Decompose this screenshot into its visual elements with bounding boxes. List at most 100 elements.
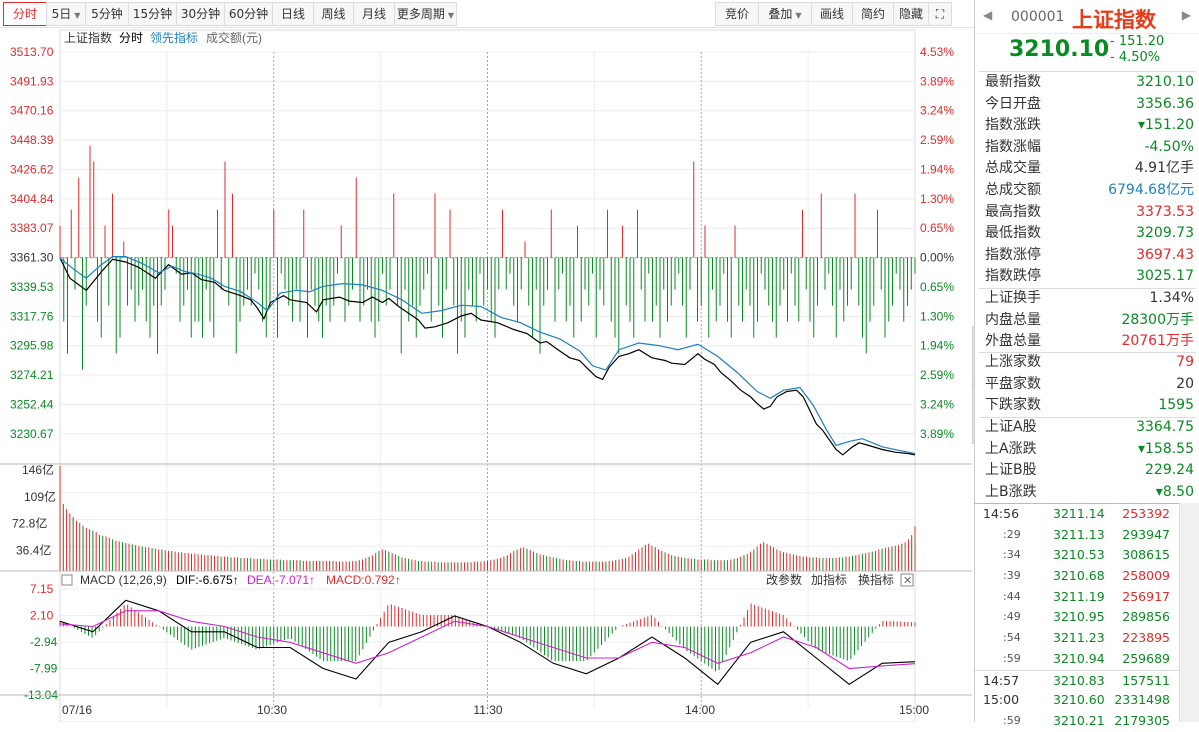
tool-button-4[interactable]: 隐藏 bbox=[893, 2, 929, 26]
tick-price: 3210.60 bbox=[1053, 692, 1105, 708]
macd-button-1: 加指标 bbox=[811, 572, 847, 587]
stat-label: 指数涨停 bbox=[985, 246, 1041, 263]
period-button-0[interactable]: 分时 bbox=[3, 2, 47, 26]
stat-label: 总成交额 bbox=[985, 181, 1041, 198]
period-button-8[interactable]: 月线 bbox=[353, 2, 395, 26]
period-button-2[interactable]: 5分钟 bbox=[85, 2, 129, 26]
stat-row: 指数跌停 3025.17 bbox=[975, 266, 1199, 288]
macd-tick-label: -7.99 bbox=[30, 662, 58, 676]
fullscreen-icon[interactable]: ⛶ bbox=[928, 2, 952, 26]
stat-label: 上B涨跌 bbox=[985, 483, 1037, 500]
stat-row: 今日开盘 3356.36 bbox=[975, 94, 1199, 116]
stat-value: 4.91亿手 bbox=[1134, 160, 1194, 177]
period-button-6[interactable]: 日线 bbox=[272, 2, 314, 26]
y-tick-pct-label: 3.24% bbox=[920, 397, 954, 411]
y-tick-label: 3295.98 bbox=[10, 339, 54, 353]
stat-value: 1.34% bbox=[1149, 290, 1194, 306]
quote-panel: ◀ 000001 上证指数 ▶ 3210.10 - 151.20 - 4.50%… bbox=[974, 0, 1199, 728]
tick-time: :59 bbox=[1003, 713, 1021, 727]
stat-row: 上证A股 3364.75 bbox=[975, 417, 1199, 439]
share-class-stats: 上证A股 3364.75 上A涨跌 ▾158.55 上证B股 229.24 上B涨跌 ▾8.5… bbox=[975, 417, 1199, 503]
tool-button-3[interactable]: 简约 bbox=[852, 2, 894, 26]
y-tick-label: 3491.93 bbox=[10, 74, 54, 88]
stat-value: -4.50% bbox=[1144, 138, 1194, 155]
macd-button-0: 改参数 bbox=[766, 572, 802, 587]
period-button-4[interactable]: 30分钟 bbox=[176, 2, 225, 26]
period-button-1[interactable]: 5日 ▼ bbox=[46, 2, 86, 26]
tick-volume: 293947 bbox=[1122, 526, 1170, 542]
stat-row: 上证换手 1.34% bbox=[975, 288, 1199, 310]
next-arrow-icon[interactable]: ▶ bbox=[1182, 8, 1191, 22]
tool-button-2[interactable]: 画线 bbox=[811, 2, 853, 26]
stat-row: 总成交额 6794.68亿元 bbox=[975, 180, 1199, 202]
stat-label: 平盘家数 bbox=[985, 375, 1041, 392]
stat-value: 229.24 bbox=[1145, 462, 1194, 479]
volume-tick-label: 36.4亿 bbox=[16, 542, 51, 557]
chevron-down-icon: ▼ bbox=[447, 11, 455, 20]
stat-label: 指数涨跌 bbox=[985, 117, 1041, 134]
tool-button-0[interactable]: 竞价 bbox=[715, 2, 759, 26]
tick-price: 3210.68 bbox=[1053, 568, 1105, 584]
period-button-7[interactable]: 周线 bbox=[313, 2, 354, 26]
stat-value: 79 bbox=[1176, 354, 1194, 370]
period-button-label: 15分钟 bbox=[132, 7, 173, 21]
y-tick-label: 3361.30 bbox=[10, 251, 54, 265]
chart-header-item: 领先指标 bbox=[150, 30, 198, 45]
volume-tick-label: 109亿 bbox=[24, 489, 56, 504]
period-button-label: 日线 bbox=[280, 7, 305, 21]
tick-price: 3210.94 bbox=[1053, 650, 1105, 666]
tick-price: 3210.21 bbox=[1053, 712, 1105, 728]
tick-row: 14:56 3211.14 253392 bbox=[975, 504, 1180, 525]
y-tick-pct-label: 0.65% bbox=[920, 221, 954, 235]
tick-price: 3211.19 bbox=[1053, 588, 1105, 604]
tool-button-label: 叠加 bbox=[768, 7, 793, 21]
period-button-label: 分时 bbox=[12, 7, 37, 21]
period-button-label: 更多周期 bbox=[396, 7, 445, 21]
stat-value: 3356.36 bbox=[1136, 95, 1194, 112]
stat-value: 3364.75 bbox=[1136, 419, 1194, 435]
tool-button-1[interactable]: 叠加 ▼ bbox=[758, 2, 812, 26]
tick-row: :44 3211.19 256917 bbox=[975, 587, 1180, 608]
period-button-label: 5分钟 bbox=[91, 7, 123, 21]
tool-button-label: 隐藏 bbox=[898, 7, 923, 21]
stat-value: 3210.10 bbox=[1136, 74, 1194, 90]
y-tick-pct-label: 1.30% bbox=[920, 309, 954, 323]
stat-row: 上涨家数 79 bbox=[975, 352, 1199, 374]
y-tick-label: 3426.62 bbox=[10, 162, 54, 176]
tick-time: :39 bbox=[1003, 569, 1021, 583]
stat-label: 总成交量 bbox=[985, 160, 1041, 177]
stat-row: 下跌家数 1595 bbox=[975, 395, 1199, 417]
last-price: 3210.10 bbox=[1009, 37, 1110, 62]
tick-scrollbar[interactable] bbox=[1179, 503, 1199, 722]
tick-row: :59 3210.21 2179305 bbox=[975, 711, 1180, 732]
stat-row: 指数涨跌 ▾151.20 bbox=[975, 115, 1199, 137]
dea-value: DEA:-7.071↑ bbox=[247, 573, 315, 587]
y-tick-pct-label: 4.53% bbox=[920, 45, 954, 59]
tick-volume: 289856 bbox=[1122, 609, 1170, 625]
stat-value: 1595 bbox=[1158, 397, 1194, 414]
tick-price: 3211.13 bbox=[1053, 526, 1105, 542]
stat-value: 20761万手 bbox=[1121, 333, 1194, 350]
tool-button-label: 简约 bbox=[860, 7, 885, 21]
prev-arrow-icon[interactable]: ◀ bbox=[983, 8, 992, 22]
price-change: - 151.20 - 4.50% bbox=[1110, 34, 1164, 66]
tick-volume: 253392 bbox=[1122, 506, 1170, 521]
y-tick-label: 3448.39 bbox=[10, 133, 54, 147]
y-tick-label: 3230.67 bbox=[10, 427, 54, 441]
y-tick-pct-label: 3.89% bbox=[920, 427, 954, 441]
tool-button-label: 画线 bbox=[819, 7, 844, 21]
stat-row: 外盘总量 20761万手 bbox=[975, 331, 1199, 353]
stat-label: 指数涨幅 bbox=[985, 138, 1041, 155]
stat-value: 28300万手 bbox=[1121, 311, 1194, 328]
period-button-5[interactable]: 60分钟 bbox=[224, 2, 273, 26]
stat-label: 上A涨跌 bbox=[985, 440, 1037, 457]
macd-tick-label: -2.94 bbox=[30, 635, 58, 649]
tool-button-label: 竞价 bbox=[724, 7, 749, 21]
stat-row: 最高指数 3373.53 bbox=[975, 202, 1199, 224]
tick-price: 3210.95 bbox=[1053, 609, 1105, 625]
period-button-3[interactable]: 15分钟 bbox=[128, 2, 177, 26]
period-button-9[interactable]: 更多周期 ▼ bbox=[394, 2, 457, 26]
macd-tick-label: 7.15 bbox=[30, 582, 54, 596]
tick-row: :29 3211.13 293947 bbox=[975, 525, 1180, 546]
period-button-label: 60分钟 bbox=[228, 7, 269, 21]
